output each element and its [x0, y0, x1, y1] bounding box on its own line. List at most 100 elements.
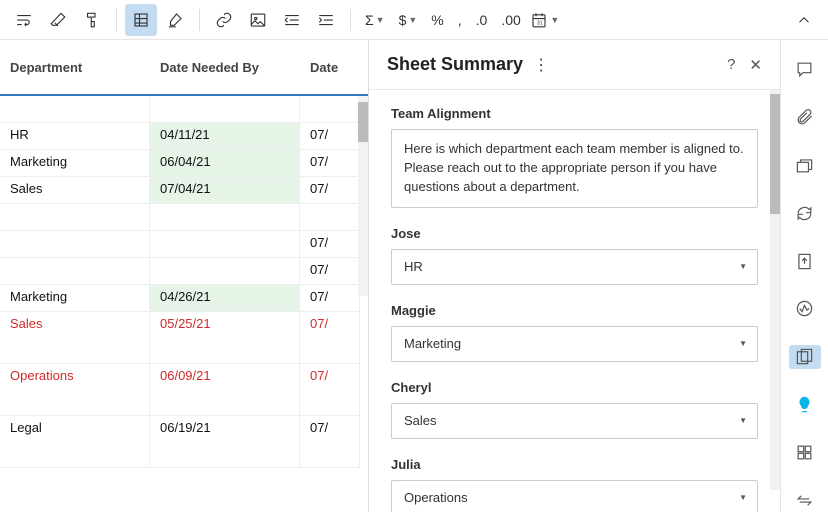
image-icon[interactable]	[242, 4, 274, 36]
cell[interactable]: 05/25/21	[150, 312, 300, 364]
cell[interactable]: Operations	[0, 364, 150, 416]
cell[interactable]: Sales	[0, 312, 150, 364]
cell[interactable]	[150, 258, 300, 285]
sum-button[interactable]: Σ▼	[359, 4, 391, 36]
field-label: Maggie	[391, 303, 758, 318]
increase-decimal-button[interactable]: .00	[495, 4, 526, 36]
cell[interactable]	[150, 96, 300, 123]
publish-icon[interactable]	[789, 249, 821, 273]
field-dropdown[interactable]: Marketing▼	[391, 326, 758, 362]
help-icon[interactable]: ?	[727, 56, 735, 74]
cell[interactable]: 07/	[300, 258, 360, 285]
sheet-scrollbar[interactable]	[358, 96, 368, 296]
summary-field: Jose HR▼	[391, 226, 758, 285]
currency-button[interactable]: $▼	[393, 4, 424, 36]
field-label: Team Alignment	[391, 106, 758, 121]
close-icon[interactable]: ✕	[749, 56, 762, 74]
percent-button[interactable]: %	[425, 4, 449, 36]
cell[interactable]: 04/11/21	[150, 123, 300, 150]
collapse-icon[interactable]	[788, 4, 820, 36]
table-row[interactable]: Sales07/04/2107/	[0, 177, 368, 204]
collapse-rail-icon[interactable]	[789, 488, 821, 512]
format-painter-icon[interactable]	[76, 4, 108, 36]
cell[interactable]: HR	[0, 123, 150, 150]
cell[interactable]	[300, 96, 360, 123]
cell[interactable]: 07/	[300, 416, 360, 468]
toolbar: Σ▼ $▼ % , .0 .00 31▼	[0, 0, 828, 40]
indent-increase-icon[interactable]	[310, 4, 342, 36]
table-row[interactable]: HR04/11/2107/	[0, 123, 368, 150]
table-row[interactable]: Marketing04/26/2107/	[0, 285, 368, 312]
field-dropdown[interactable]: Sales▼	[391, 403, 758, 439]
table-row[interactable]: 07/	[0, 258, 368, 285]
attachments-icon[interactable]	[789, 106, 821, 130]
field-textbox[interactable]: Here is which department each team membe…	[391, 129, 758, 208]
grid-view-icon[interactable]	[125, 4, 157, 36]
cell[interactable]: Sales	[0, 177, 150, 204]
decrease-decimal-button[interactable]: .0	[470, 4, 494, 36]
apps-icon[interactable]	[789, 440, 821, 464]
wrap-text-icon[interactable]	[8, 4, 40, 36]
column-header-date-needed[interactable]: Date Needed By	[150, 60, 300, 75]
table-row[interactable]: Operations06/09/2107/	[0, 364, 368, 416]
indent-decrease-icon[interactable]	[276, 4, 308, 36]
link-icon[interactable]	[208, 4, 240, 36]
cell[interactable]: 04/26/21	[150, 285, 300, 312]
eraser-icon[interactable]	[42, 4, 74, 36]
scrollbar-thumb[interactable]	[358, 102, 368, 142]
scrollbar-thumb[interactable]	[770, 94, 780, 214]
chevron-down-icon: ▼	[739, 493, 747, 502]
field-label: Jose	[391, 226, 758, 241]
cell[interactable]	[0, 258, 150, 285]
proofs-icon[interactable]	[789, 154, 821, 178]
cell[interactable]: 07/	[300, 231, 360, 258]
table-row[interactable]	[0, 96, 368, 123]
comments-icon[interactable]	[789, 58, 821, 82]
cell[interactable]: 07/	[300, 364, 360, 416]
cell[interactable]	[0, 96, 150, 123]
refresh-icon[interactable]	[789, 201, 821, 225]
summary-field: CherylSales▼	[391, 380, 758, 439]
separator	[350, 9, 351, 31]
cell[interactable]: 06/19/21	[150, 416, 300, 468]
summary-scrollbar[interactable]	[770, 90, 780, 490]
summary-header: Sheet Summary ⋮ ? ✕	[369, 40, 780, 90]
cell[interactable]: 07/	[300, 150, 360, 177]
summary-field: Team Alignment Here is which department e…	[391, 106, 758, 208]
cell[interactable]: 07/	[300, 312, 360, 364]
table-row[interactable]: Sales05/25/2107/	[0, 312, 368, 364]
cell[interactable]	[150, 204, 300, 231]
summary-menu-icon[interactable]: ⋮	[533, 55, 549, 75]
table-row[interactable]: Legal06/19/2107/	[0, 416, 368, 468]
column-header-department[interactable]: Department	[0, 60, 150, 75]
cell[interactable]: Marketing	[0, 150, 150, 177]
chevron-down-icon: ▼	[739, 339, 747, 348]
right-rail	[780, 40, 828, 512]
cell[interactable]	[0, 231, 150, 258]
lightbulb-icon[interactable]	[789, 393, 821, 417]
chevron-down-icon: ▼	[550, 15, 559, 25]
activity-icon[interactable]	[789, 297, 821, 321]
table-row[interactable]	[0, 204, 368, 231]
cell[interactable]: Marketing	[0, 285, 150, 312]
cell[interactable]: 06/09/21	[150, 364, 300, 416]
cell[interactable]	[150, 231, 300, 258]
field-dropdown[interactable]: HR▼	[391, 249, 758, 285]
cell[interactable]: 07/04/21	[150, 177, 300, 204]
table-row[interactable]: Marketing06/04/2107/	[0, 150, 368, 177]
field-dropdown[interactable]: Operations▼	[391, 480, 758, 512]
cell[interactable]	[300, 204, 360, 231]
sheet-summary-icon[interactable]	[789, 345, 821, 369]
summary-body: Team Alignment Here is which department e…	[369, 90, 780, 512]
thousands-button[interactable]: ,	[452, 4, 468, 36]
cell[interactable]	[0, 204, 150, 231]
column-header-date[interactable]: Date	[300, 60, 360, 75]
cell[interactable]: 07/	[300, 123, 360, 150]
highlight-icon[interactable]	[159, 4, 191, 36]
table-row[interactable]: 07/	[0, 231, 368, 258]
date-format-icon[interactable]: 31▼	[529, 4, 561, 36]
cell[interactable]: Legal	[0, 416, 150, 468]
cell[interactable]: 06/04/21	[150, 150, 300, 177]
cell[interactable]: 07/	[300, 285, 360, 312]
cell[interactable]: 07/	[300, 177, 360, 204]
